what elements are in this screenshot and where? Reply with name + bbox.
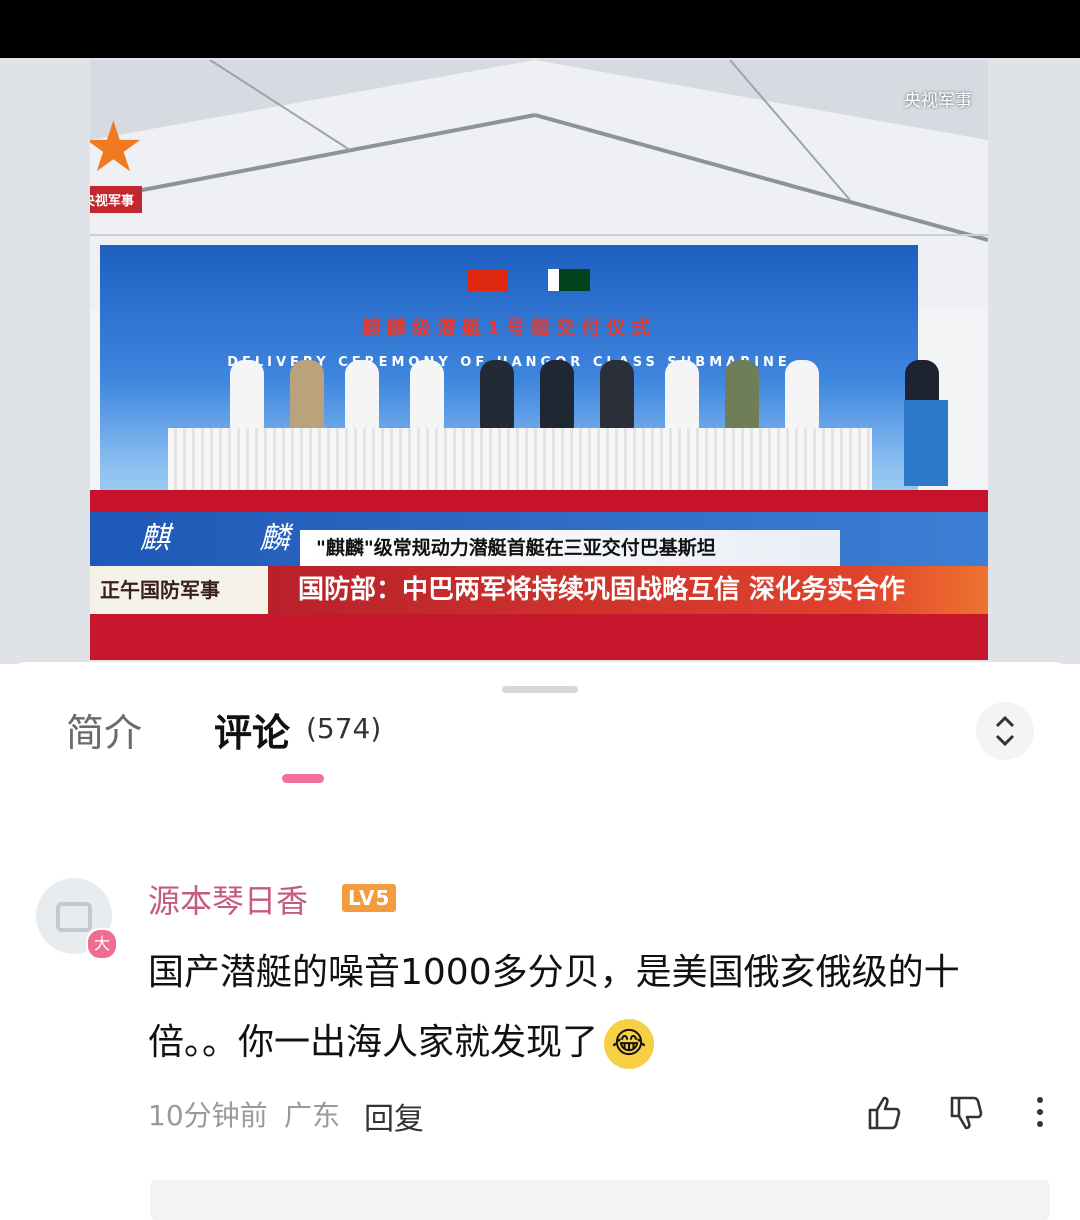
sort-button[interactable] (976, 702, 1034, 760)
channel-watermark: 央视军事 (904, 91, 972, 111)
program-name: 正午国防军事 (90, 566, 268, 614)
comment-text-content: 国产潜艇的噪音1000多分贝，是美国俄亥俄级的十倍。。你一出海人家就发现了 (148, 952, 960, 1063)
like-icon[interactable] (864, 1092, 904, 1132)
level-badge: LV5 (342, 884, 397, 912)
drag-handle[interactable] (502, 686, 578, 693)
podium (904, 400, 948, 486)
official-figure (600, 360, 634, 430)
officer-figure (665, 360, 699, 430)
comments-count: (574) (306, 712, 382, 745)
pakistan-flag (548, 269, 590, 291)
officer-figure (725, 360, 759, 430)
news-headline: 国防部：中巴两军将持续巩固战略互信 深化务实合作 (268, 566, 988, 614)
video-bottom-band (90, 614, 988, 660)
username[interactable]: 源本琴日香 (148, 876, 308, 922)
officer-figure (785, 360, 819, 430)
reply-button[interactable]: 回复 (364, 1094, 424, 1138)
tab-indicator (282, 774, 324, 783)
tab-comments[interactable]: 评论 (214, 702, 290, 757)
laughing-crying-emoji-icon: 😂 (604, 1019, 655, 1069)
video-player[interactable]: 麒麟级潜艇1号艇交付仪式 DELIVERY CEREMONY OF HANGOR… (90, 60, 988, 660)
channel-logo-text: 央视军事 (90, 186, 143, 213)
star-logo-icon: ★ (90, 106, 145, 188)
comment-time: 10分钟前 (148, 1099, 268, 1132)
dislike-icon[interactable] (946, 1094, 986, 1134)
tab-intro[interactable]: 简介 (66, 702, 142, 757)
ceremony-table (168, 428, 872, 490)
official-figure (540, 360, 574, 430)
top-bar (0, 0, 1080, 58)
tv-face-icon (56, 902, 92, 932)
officer-figure (345, 360, 379, 430)
official-figure (480, 360, 514, 430)
more-icon[interactable] (1030, 1092, 1050, 1132)
next-comment-preview (150, 1180, 1050, 1220)
member-badge: 大 (86, 928, 118, 960)
officer-figure (410, 360, 444, 430)
news-subheadline: "麒麟"级常规动力潜艇首艇在三亚交付巴基斯坦 (300, 530, 840, 566)
sort-icon (995, 715, 1015, 747)
china-flag (468, 269, 508, 291)
comment-sheet: 简介 评论 (574) 大 源本琴日香 LV5 国产潜艇的噪音1000多分贝，是… (0, 662, 1080, 1220)
officer-figure (230, 360, 264, 430)
comment-region: 广东 (284, 1099, 341, 1132)
backdrop-title: 麒麟级潜艇1号艇交付仪式 (361, 317, 657, 339)
officer-figure (290, 360, 324, 430)
comment-text: 国产潜艇的噪音1000多分贝，是美国俄亥俄级的十倍。。你一出海人家就发现了 😂 (148, 938, 1008, 1078)
